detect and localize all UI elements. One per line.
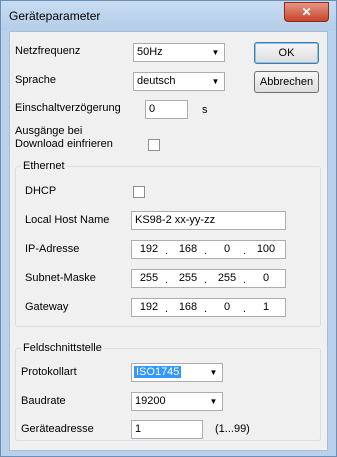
geraeteadresse-range: (1...99) [215, 423, 250, 435]
octet-separator: . [243, 274, 247, 286]
octet-separator: . [243, 245, 247, 257]
subnet-octet-4[interactable]: 0 [251, 272, 281, 284]
ip-address-label: IP-Adresse [25, 243, 80, 255]
einschalt-input[interactable]: 0 [145, 100, 188, 119]
ok-button[interactable]: OK [254, 42, 319, 64]
octet-separator: . [204, 245, 208, 257]
subnet-mask-input[interactable]: 255 . 255 . 255 . 0 [131, 269, 286, 288]
ip-octet-2[interactable]: 168 [173, 243, 203, 255]
protokollart-label: Protokollart [21, 366, 77, 378]
gateway-label: Gateway [25, 301, 69, 313]
feldschnittstelle-group-title: Feldschnittstelle [21, 342, 104, 354]
ip-octet-4[interactable]: 100 [251, 243, 281, 255]
gateway-octet-1[interactable]: 192 [134, 301, 164, 313]
gateway-octet-4[interactable]: 1 [251, 301, 281, 313]
ethernet-group-title: Ethernet [21, 160, 67, 172]
ausgaenge-label-line1: Ausgänge bei [15, 125, 83, 137]
protokollart-value: ISO1745 [134, 366, 182, 378]
window-title: Geräteparameter [9, 9, 101, 23]
close-button[interactable]: ✕ [284, 2, 329, 22]
subnet-octet-2[interactable]: 255 [173, 272, 203, 284]
dialog-window: Geräteparameter ✕ Netzfrequenz 50Hz ▼ OK… [0, 0, 337, 457]
protokollart-select[interactable]: ISO1745 ▼ [131, 363, 223, 382]
octet-separator: . [165, 245, 169, 257]
dialog-client-area: Netzfrequenz 50Hz ▼ OK Sprache deutsch ▼… [9, 31, 328, 451]
close-icon: ✕ [301, 5, 312, 19]
netzfrequenz-label: Netzfrequenz [15, 45, 81, 57]
geraeteadresse-input[interactable]: 1 [131, 420, 203, 439]
octet-separator: . [165, 274, 169, 286]
sprache-label: Sprache [15, 74, 56, 86]
sprache-select[interactable]: deutsch ▼ [133, 72, 225, 91]
gateway-input[interactable]: 192 . 168 . 0 . 1 [131, 298, 286, 317]
dhcp-checkbox[interactable] [133, 186, 145, 198]
ip-address-input[interactable]: 192 . 168 . 0 . 100 [131, 240, 286, 259]
einschalt-label: Einschaltverzögerung [15, 102, 121, 114]
octet-separator: . [204, 303, 208, 315]
ausgaenge-checkbox[interactable] [148, 139, 160, 151]
host-name-input[interactable]: KS98-2 xx-yy-zz [131, 211, 286, 230]
dropdown-arrow-icon[interactable]: ▼ [208, 74, 223, 89]
dropdown-arrow-icon[interactable]: ▼ [206, 394, 221, 409]
dhcp-label: DHCP [25, 185, 57, 197]
dropdown-arrow-icon[interactable]: ▼ [208, 45, 223, 60]
netzfrequenz-select[interactable]: 50Hz ▼ [133, 43, 225, 62]
einschalt-unit: s [202, 104, 208, 116]
cancel-button[interactable]: Abbrechen [254, 71, 319, 93]
ip-octet-3[interactable]: 0 [212, 243, 242, 255]
baudrate-value: 19200 [135, 395, 166, 407]
gateway-octet-2[interactable]: 168 [173, 301, 203, 313]
subnet-octet-3[interactable]: 255 [212, 272, 242, 284]
baudrate-select[interactable]: 19200 ▼ [131, 392, 223, 411]
baudrate-label: Baudrate [21, 395, 66, 407]
title-bar[interactable]: Geräteparameter ✕ [1, 1, 336, 31]
octet-separator: . [165, 303, 169, 315]
subnet-mask-label: Subnet-Maske [25, 272, 96, 284]
ip-octet-1[interactable]: 192 [134, 243, 164, 255]
netzfrequenz-value: 50Hz [137, 46, 163, 58]
octet-separator: . [243, 303, 247, 315]
subnet-octet-1[interactable]: 255 [134, 272, 164, 284]
gateway-octet-3[interactable]: 0 [212, 301, 242, 313]
ausgaenge-label-line2: Download einfrieren [15, 138, 113, 150]
octet-separator: . [204, 274, 208, 286]
dropdown-arrow-icon[interactable]: ▼ [206, 365, 221, 380]
sprache-value: deutsch [137, 75, 176, 87]
geraeteadresse-label: Geräteadresse [21, 423, 94, 435]
host-name-label: Local Host Name [25, 214, 110, 226]
